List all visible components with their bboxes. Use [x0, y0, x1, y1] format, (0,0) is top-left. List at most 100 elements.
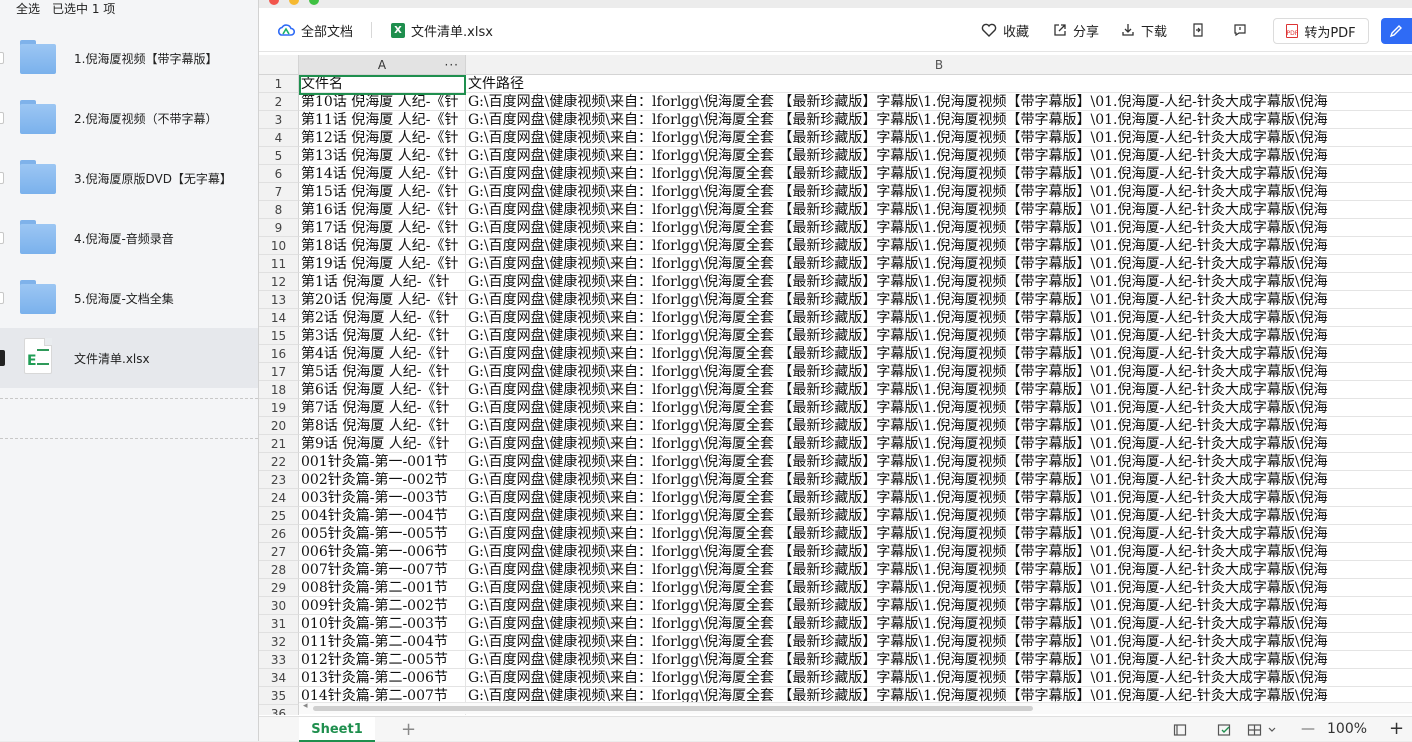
cell-a[interactable]: 第5话 倪海厦 人纪-《针 [299, 363, 466, 381]
cell-a[interactable]: 第10话 倪海厦 人纪-《针 [299, 93, 466, 111]
cell-b[interactable]: G:\百度网盘\健康视频\来自：lforlgg\倪海厦全套 【最新珍藏版】字幕版… [466, 651, 1412, 669]
row-header[interactable]: 22 [259, 453, 299, 471]
cell-a[interactable]: 008针灸篇-第二-001节 [299, 579, 466, 597]
zoom-level[interactable]: 100% [1327, 721, 1367, 737]
cell-b[interactable]: G:\百度网盘\健康视频\来自：lforlgg\倪海厦全套 【最新珍藏版】字幕版… [466, 579, 1412, 597]
cell-a[interactable]: 第11话 倪海厦 人纪-《针 [299, 111, 466, 129]
cell-b[interactable]: G:\百度网盘\健康视频\来自：lforlgg\倪海厦全套 【最新珍藏版】字幕版… [466, 507, 1412, 525]
row-header[interactable]: 33 [259, 651, 299, 669]
cell-b[interactable]: G:\百度网盘\健康视频\来自：lforlgg\倪海厦全套 【最新珍藏版】字幕版… [466, 309, 1412, 327]
view-mode-icon[interactable] [1173, 723, 1187, 737]
row-header[interactable]: 29 [259, 579, 299, 597]
horizontal-scrollbar[interactable]: ◂ [299, 701, 1412, 714]
cell-a[interactable]: 第12话 倪海厦 人纪-《针 [299, 129, 466, 147]
row-header[interactable]: 2 [259, 93, 299, 111]
file-item[interactable]: 3.倪海厦原版DVD【无字幕】 [0, 148, 258, 208]
row-header[interactable]: 27 [259, 543, 299, 561]
cell-a[interactable]: 第8话 倪海厦 人纪-《针 [299, 417, 466, 435]
column-menu-icon[interactable]: ··· [445, 55, 459, 75]
cell-a[interactable]: 第2话 倪海厦 人纪-《针 [299, 309, 466, 327]
checkbox[interactable] [0, 52, 4, 64]
zoom-in-button[interactable]: + [1389, 718, 1404, 739]
row-header[interactable]: 3 [259, 111, 299, 129]
checkbox[interactable] [0, 172, 4, 184]
cell-a[interactable]: 第20话 倪海厦 人纪-《针 [299, 291, 466, 309]
cell-b[interactable]: G:\百度网盘\健康视频\来自：lforlgg\倪海厦全套 【最新珍藏版】字幕版… [466, 237, 1412, 255]
close-window-icon[interactable] [269, 0, 279, 5]
row-header[interactable]: 15 [259, 327, 299, 345]
cell-a[interactable]: 第9话 倪海厦 人纪-《针 [299, 435, 466, 453]
row-header[interactable]: 5 [259, 147, 299, 165]
row-header[interactable]: 28 [259, 561, 299, 579]
cell-b[interactable]: G:\百度网盘\健康视频\来自：lforlgg\倪海厦全套 【最新珍藏版】字幕版… [466, 453, 1412, 471]
cell-b[interactable]: G:\百度网盘\健康视频\来自：lforlgg\倪海厦全套 【最新珍藏版】字幕版… [466, 345, 1412, 363]
cell-b[interactable]: G:\百度网盘\健康视频\来自：lforlgg\倪海厦全套 【最新珍藏版】字幕版… [466, 399, 1412, 417]
edit-button[interactable] [1381, 18, 1412, 44]
minimize-window-icon[interactable] [289, 0, 299, 5]
row-header[interactable]: 10 [259, 237, 299, 255]
cell-b[interactable]: G:\百度网盘\健康视频\来自：lforlgg\倪海厦全套 【最新珍藏版】字幕版… [466, 633, 1412, 651]
cell-a[interactable]: 007针灸篇-第一-007节 [299, 561, 466, 579]
cell-a[interactable]: 013针灸篇-第二-006节 [299, 669, 466, 687]
cell-a[interactable]: 003针灸篇-第一-003节 [299, 489, 466, 507]
cell-b[interactable]: G:\百度网盘\健康视频\来自：lforlgg\倪海厦全套 【最新珍藏版】字幕版… [466, 165, 1412, 183]
cell-b[interactable]: G:\百度网盘\健康视频\来自：lforlgg\倪海厦全套 【最新珍藏版】字幕版… [466, 129, 1412, 147]
cell-b[interactable]: G:\百度网盘\健康视频\来自：lforlgg\倪海厦全套 【最新珍藏版】字幕版… [466, 327, 1412, 345]
row-header[interactable]: 13 [259, 291, 299, 309]
cell-b[interactable]: G:\百度网盘\健康视频\来自：lforlgg\倪海厦全套 【最新珍藏版】字幕版… [466, 615, 1412, 633]
cell-a[interactable]: 第7话 倪海厦 人纪-《针 [299, 399, 466, 417]
row-header[interactable]: 12 [259, 273, 299, 291]
cell-b[interactable]: G:\百度网盘\健康视频\来自：lforlgg\倪海厦全套 【最新珍藏版】字幕版… [466, 543, 1412, 561]
share-button[interactable]: 分享 [1053, 20, 1099, 40]
file-item[interactable]: 2.倪海厦视频（不带字幕） [0, 88, 258, 148]
comment-button[interactable] [1233, 20, 1247, 40]
row-header[interactable]: 18 [259, 381, 299, 399]
cell-b[interactable]: G:\百度网盘\健康视频\来自：lforlgg\倪海厦全套 【最新珍藏版】字幕版… [466, 435, 1412, 453]
cell-a[interactable]: 第15话 倪海厦 人纪-《针 [299, 183, 466, 201]
row-header[interactable]: 6 [259, 165, 299, 183]
cell-a[interactable]: 文件名 [299, 75, 466, 93]
row-header[interactable]: 1 [259, 75, 299, 93]
cell-b[interactable]: G:\百度网盘\健康视频\来自：lforlgg\倪海厦全套 【最新珍藏版】字幕版… [466, 219, 1412, 237]
freeze-panes-icon[interactable] [1247, 723, 1277, 737]
cell-a[interactable]: 第4话 倪海厦 人纪-《针 [299, 345, 466, 363]
row-header[interactable]: 31 [259, 615, 299, 633]
row-header[interactable]: 16 [259, 345, 299, 363]
cell-a[interactable]: 004针灸篇-第一-004节 [299, 507, 466, 525]
download-button[interactable]: 下载 [1121, 20, 1167, 40]
cell-b[interactable]: G:\百度网盘\健康视频\来自：lforlgg\倪海厦全套 【最新珍藏版】字幕版… [466, 147, 1412, 165]
file-item[interactable]: E 文件清单.xlsx [0, 328, 258, 388]
cell-a[interactable]: 第1话 倪海厦 人纪-《针 [299, 273, 466, 291]
cell-b[interactable]: G:\百度网盘\健康视频\来自：lforlgg\倪海厦全套 【最新珍藏版】字幕版… [466, 201, 1412, 219]
cell-b[interactable]: G:\百度网盘\健康视频\来自：lforlgg\倪海厦全套 【最新珍藏版】字幕版… [466, 669, 1412, 687]
scroll-left-icon[interactable]: ◂ [303, 701, 308, 711]
row-header[interactable]: 19 [259, 399, 299, 417]
convert-to-pdf-button[interactable]: PDF 转为PDF [1273, 18, 1369, 44]
column-header-a[interactable]: A ··· [299, 55, 466, 75]
cell-b[interactable]: G:\百度网盘\健康视频\来自：lforlgg\倪海厦全套 【最新珍藏版】字幕版… [466, 417, 1412, 435]
cell-a[interactable]: 005针灸篇-第一-005节 [299, 525, 466, 543]
cell-a[interactable]: 012针灸篇-第二-005节 [299, 651, 466, 669]
row-header[interactable]: 32 [259, 633, 299, 651]
cell-b[interactable]: G:\百度网盘\健康视频\来自：lforlgg\倪海厦全套 【最新珍藏版】字幕版… [466, 183, 1412, 201]
row-header[interactable]: 8 [259, 201, 299, 219]
checkbox[interactable] [0, 292, 4, 304]
cell-b[interactable]: G:\百度网盘\健康视频\来自：lforlgg\倪海厦全套 【最新珍藏版】字幕版… [466, 561, 1412, 579]
row-header[interactable]: 34 [259, 669, 299, 687]
row-header[interactable]: 9 [259, 219, 299, 237]
maximize-window-icon[interactable] [309, 0, 319, 5]
column-header-b[interactable]: B [466, 55, 1412, 75]
cell-b[interactable]: G:\百度网盘\健康视频\来自：lforlgg\倪海厦全套 【最新珍藏版】字幕版… [466, 525, 1412, 543]
row-header[interactable]: 36 [259, 705, 299, 715]
select-all-button[interactable]: 全选 [16, 0, 40, 17]
cell-b[interactable]: G:\百度网盘\健康视频\来自：lforlgg\倪海厦全套 【最新珍藏版】字幕版… [466, 489, 1412, 507]
row-header[interactable]: 14 [259, 309, 299, 327]
cell-b[interactable]: G:\百度网盘\健康视频\来自：lforlgg\倪海厦全套 【最新珍藏版】字幕版… [466, 255, 1412, 273]
row-header[interactable]: 4 [259, 129, 299, 147]
cell-a[interactable]: 010针灸篇-第二-003节 [299, 615, 466, 633]
all-docs-button[interactable]: 全部文档 [277, 20, 353, 40]
row-header[interactable]: 7 [259, 183, 299, 201]
cell-a[interactable]: 009针灸篇-第二-002节 [299, 597, 466, 615]
select-all-corner[interactable] [259, 55, 299, 75]
check-view-icon[interactable] [1217, 723, 1233, 737]
